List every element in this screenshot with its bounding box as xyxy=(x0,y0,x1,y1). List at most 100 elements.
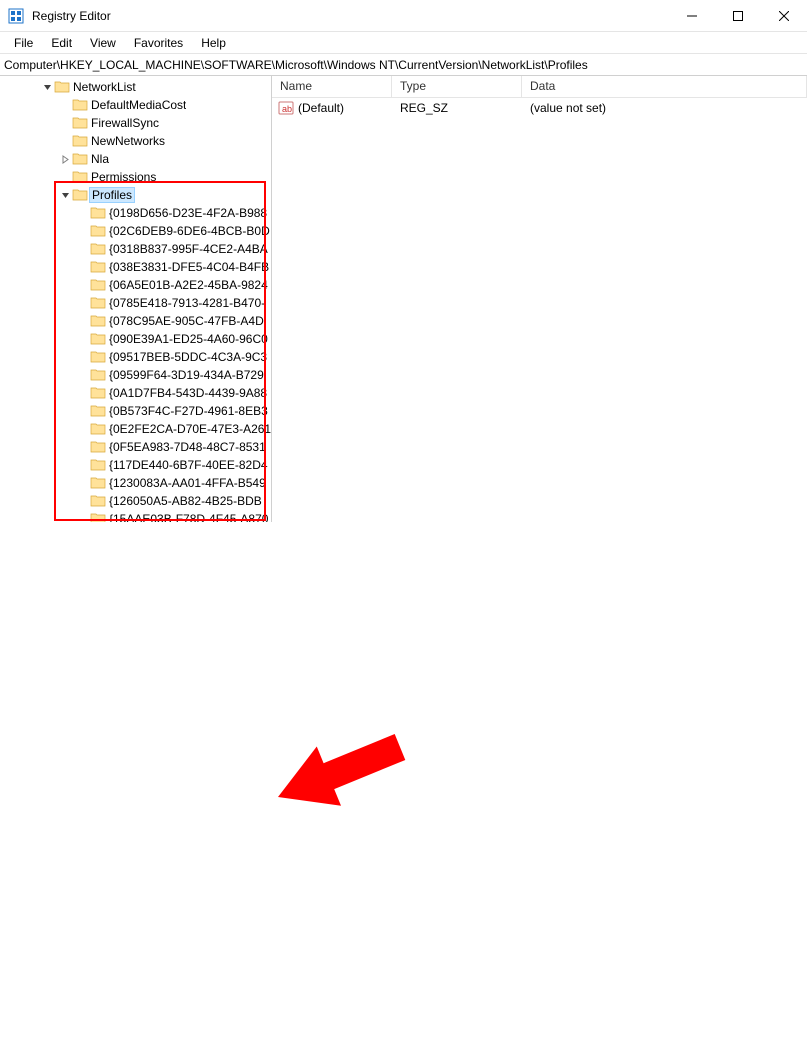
tree-item-label: {0F5EA983-7D48-48C7-8531 xyxy=(109,440,266,454)
tree-item-label: NetworkList xyxy=(73,80,136,94)
tree-item-label: Nla xyxy=(91,152,109,166)
tree-item[interactable]: FirewallSync xyxy=(0,114,271,132)
minimize-button[interactable] xyxy=(669,0,715,31)
folder-icon xyxy=(90,205,106,221)
tree-item-label: {1230083A-AA01-4FFA-B549 xyxy=(109,476,266,490)
address-bar[interactable]: Computer\HKEY_LOCAL_MACHINE\SOFTWARE\Mic… xyxy=(0,54,807,76)
menu-favorites[interactable]: Favorites xyxy=(126,34,191,52)
folder-icon xyxy=(90,295,106,311)
close-button[interactable] xyxy=(761,0,807,31)
tree-item[interactable]: {0198D656-D23E-4F2A-B988 xyxy=(0,204,271,222)
folder-icon xyxy=(72,187,88,203)
tree-item[interactable]: {117DE440-6B7F-40EE-82D4 xyxy=(0,456,271,474)
tree-item[interactable]: NewNetworks xyxy=(0,132,271,150)
tree-item[interactable]: {06A5E01B-A2E2-45BA-9824 xyxy=(0,276,271,294)
folder-icon xyxy=(90,331,106,347)
menu-bar: File Edit View Favorites Help xyxy=(0,32,807,54)
value-type: REG_SZ xyxy=(392,101,522,115)
folder-icon xyxy=(90,475,106,491)
title-bar: Registry Editor xyxy=(0,0,807,32)
list-header: Name Type Data xyxy=(272,76,807,98)
maximize-button[interactable] xyxy=(715,0,761,31)
tree-item-label: {0318B837-995F-4CE2-A4BA xyxy=(109,242,268,256)
folder-icon xyxy=(90,241,106,257)
tree-item-label: {0B573F4C-F27D-4961-8EB3 xyxy=(109,404,268,418)
folder-icon xyxy=(90,313,106,329)
address-path: Computer\HKEY_LOCAL_MACHINE\SOFTWARE\Mic… xyxy=(4,58,588,72)
menu-help[interactable]: Help xyxy=(193,34,234,52)
tree-item-label: {09517BEB-5DDC-4C3A-9C3 xyxy=(109,350,267,364)
tree-item[interactable]: NetworkList xyxy=(0,78,271,96)
folder-icon xyxy=(72,151,88,167)
folder-icon xyxy=(90,385,106,401)
column-header-type[interactable]: Type xyxy=(392,76,522,97)
tree-item[interactable]: DefaultMediaCost xyxy=(0,96,271,114)
column-header-name[interactable]: Name xyxy=(272,76,392,97)
tree-item[interactable]: {078C95AE-905C-47FB-A4D xyxy=(0,312,271,330)
tree-item[interactable]: {0A1D7FB4-543D-4439-9A88 xyxy=(0,384,271,402)
string-value-icon: ab xyxy=(278,100,294,116)
folder-icon xyxy=(90,457,106,473)
tree-item-label: {15AAE03B-F78D-4F45-A870 xyxy=(109,512,268,522)
folder-icon xyxy=(90,403,106,419)
folder-icon xyxy=(90,367,106,383)
menu-view[interactable]: View xyxy=(82,34,124,52)
tree-item[interactable]: {126050A5-AB82-4B25-BDB xyxy=(0,492,271,510)
tree-item[interactable]: {038E3831-DFE5-4C04-B4FB xyxy=(0,258,271,276)
chevron-down-icon[interactable] xyxy=(58,191,72,200)
menu-file[interactable]: File xyxy=(6,34,41,52)
tree-item-label: Profiles xyxy=(89,187,135,203)
folder-icon xyxy=(90,493,106,509)
tree-pane[interactable]: NetworkList DefaultMediaCost FirewallSync N… xyxy=(0,76,272,522)
tree-item-label: FirewallSync xyxy=(91,116,159,130)
tree-item[interactable]: Permissions xyxy=(0,168,271,186)
tree-item-label: {0A1D7FB4-543D-4439-9A88 xyxy=(109,386,267,400)
value-name: (Default) xyxy=(298,101,344,115)
folder-icon xyxy=(90,223,106,239)
tree-item-label: Permissions xyxy=(91,170,156,184)
tree-item[interactable]: {0318B837-995F-4CE2-A4BA xyxy=(0,240,271,258)
folder-icon xyxy=(90,421,106,437)
tree-item-label: {117DE440-6B7F-40EE-82D4 xyxy=(109,458,268,472)
folder-icon xyxy=(72,97,88,113)
svg-text:ab: ab xyxy=(282,104,292,114)
column-header-data[interactable]: Data xyxy=(522,76,807,97)
tree-item[interactable]: {1230083A-AA01-4FFA-B549 xyxy=(0,474,271,492)
tree-item[interactable]: {0F5EA983-7D48-48C7-8531 xyxy=(0,438,271,456)
tree-item[interactable]: Nla xyxy=(0,150,271,168)
list-pane[interactable]: Name Type Data ab (Default) REG_SZ(value n… xyxy=(272,76,807,522)
tree-item[interactable]: {09517BEB-5DDC-4C3A-9C3 xyxy=(0,348,271,366)
value-row[interactable]: ab (Default) REG_SZ(value not set) xyxy=(272,98,807,118)
tree-item-label: {078C95AE-905C-47FB-A4D xyxy=(109,314,264,328)
tree-item-label: DefaultMediaCost xyxy=(91,98,186,112)
folder-icon xyxy=(90,259,106,275)
tree-item-label: {0E2FE2CA-D70E-47E3-A261 xyxy=(109,422,271,436)
tree-item-label: {0785E418-7913-4281-B470- xyxy=(109,296,265,310)
value-data: (value not set) xyxy=(522,101,807,115)
tree-item-label: {06A5E01B-A2E2-45BA-9824 xyxy=(109,278,268,292)
chevron-right-icon[interactable] xyxy=(58,155,72,164)
content-area: NetworkList DefaultMediaCost FirewallSync N… xyxy=(0,76,807,522)
folder-icon xyxy=(90,277,106,293)
folder-icon xyxy=(72,115,88,131)
tree-item[interactable]: {0B573F4C-F27D-4961-8EB3 xyxy=(0,402,271,420)
folder-icon xyxy=(90,349,106,365)
folder-icon xyxy=(90,511,106,522)
chevron-down-icon[interactable] xyxy=(40,83,54,92)
tree-item[interactable]: Profiles xyxy=(0,186,271,204)
tree-item[interactable]: {15AAE03B-F78D-4F45-A870 xyxy=(0,510,271,522)
tree-item[interactable]: {09599F64-3D19-434A-B729 xyxy=(0,366,271,384)
tree-item-label: {09599F64-3D19-434A-B729 xyxy=(109,368,264,382)
tree-item[interactable]: {0E2FE2CA-D70E-47E3-A261 xyxy=(0,420,271,438)
window-title: Registry Editor xyxy=(32,9,669,23)
tree-item-label: NewNetworks xyxy=(91,134,165,148)
tree-item[interactable]: {090E39A1-ED25-4A60-96C0 xyxy=(0,330,271,348)
folder-icon xyxy=(72,133,88,149)
annotation-arrow xyxy=(0,522,807,1044)
folder-icon xyxy=(54,79,70,95)
menu-edit[interactable]: Edit xyxy=(43,34,80,52)
tree-item-label: {038E3831-DFE5-4C04-B4FB xyxy=(109,260,269,274)
tree-item[interactable]: {02C6DEB9-6DE6-4BCB-B0D xyxy=(0,222,271,240)
tree-item-label: {126050A5-AB82-4B25-BDB xyxy=(109,494,262,508)
tree-item[interactable]: {0785E418-7913-4281-B470- xyxy=(0,294,271,312)
